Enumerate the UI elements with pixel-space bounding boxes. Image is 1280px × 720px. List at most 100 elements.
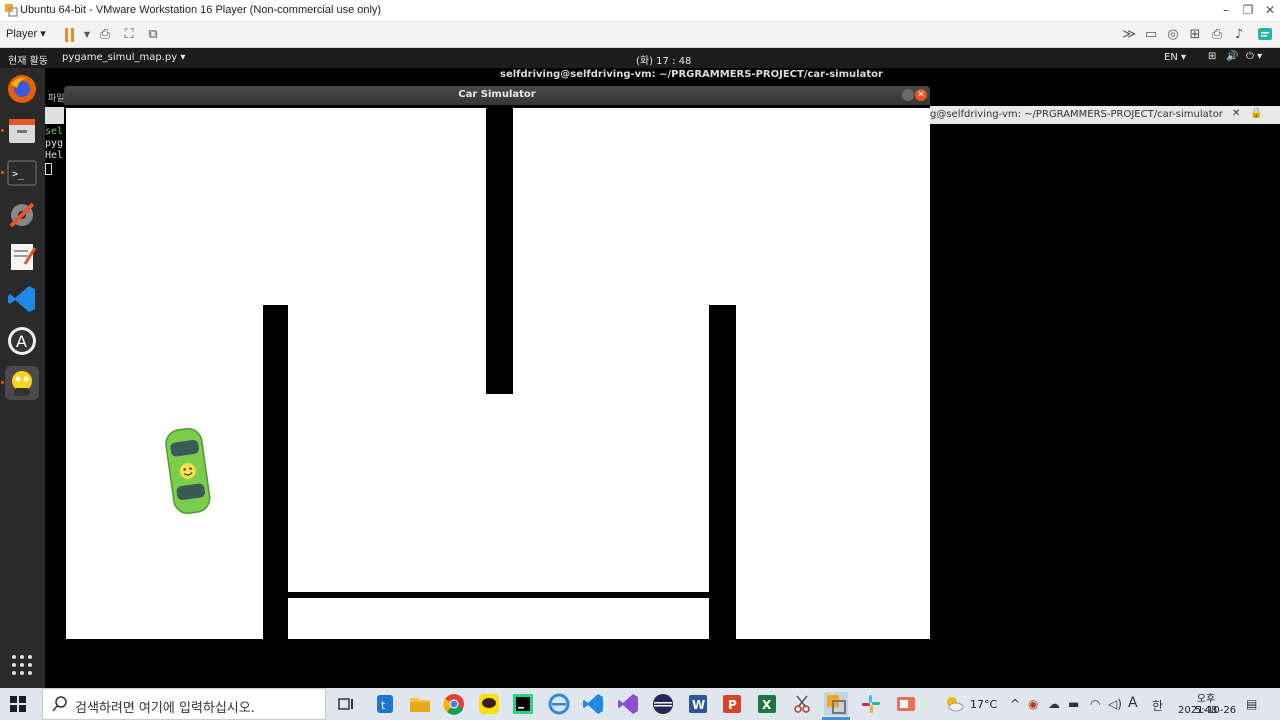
terminal-line: pyg: [45, 138, 64, 149]
scissors-icon: [794, 695, 810, 713]
tab-close-icon[interactable]: ✕: [1232, 108, 1240, 119]
taskbar-vmware-player[interactable]: [824, 692, 848, 716]
taskbar-vscode[interactable]: [581, 692, 605, 716]
taskbar-slack[interactable]: [859, 692, 883, 716]
terminal-icon: >_: [7, 160, 37, 186]
dock-settings[interactable]: [5, 198, 39, 232]
restore-icon[interactable]: ❐: [1238, 2, 1258, 18]
taskbar-powerpoint-viewer[interactable]: [894, 692, 918, 716]
ime-mode-han[interactable]: 한: [1152, 697, 1163, 714]
running-indicator: [1, 129, 4, 132]
network-icon[interactable]: ⊞: [1208, 51, 1216, 62]
record-icon[interactable]: ◉: [1028, 697, 1038, 711]
svg-text:X: X: [762, 698, 772, 712]
show-applications-button[interactable]: [5, 648, 39, 682]
unity-mode-icon[interactable]: ⧉: [144, 26, 162, 44]
taskbar-kakaotalk[interactable]: [477, 692, 501, 716]
network-adapter-icon[interactable]: ⊞: [1186, 26, 1204, 44]
printer-icon[interactable]: ⎙: [1208, 26, 1226, 44]
sound-card-icon[interactable]: ♪: [1230, 26, 1248, 44]
terminal-line: sel: [45, 126, 64, 137]
message-log-icon[interactable]: [1256, 26, 1274, 44]
terminal-menu-file[interactable]: 파일: [48, 91, 65, 104]
input-language-button[interactable]: EN ▾: [1164, 52, 1186, 63]
terminal-line: Hel: [45, 150, 64, 161]
taskbar-visual-studio[interactable]: [616, 692, 640, 716]
gnome-top-bar: 현재 활동 pygame_simul_map.py ▾ (화) 17 : 48 …: [0, 48, 1280, 68]
search-icon: [52, 696, 67, 712]
svg-text:W: W: [692, 698, 705, 712]
chevron-up-icon[interactable]: ^: [1010, 697, 1020, 711]
dock-text-editor[interactable]: [5, 240, 39, 274]
taskbar-file-explorer[interactable]: [408, 692, 432, 716]
weather-temperature[interactable]: 17°C: [970, 698, 997, 711]
wall-right: [709, 305, 736, 639]
internet-explorer-icon: [548, 693, 570, 715]
taskbar-clock-date[interactable]: 2021-10-26: [1178, 705, 1236, 716]
taskbar-edge[interactable]: [547, 692, 571, 716]
player-menu-button[interactable]: Player ▾: [6, 27, 46, 40]
visual-studio-icon: [618, 694, 638, 714]
windows-taskbar: 검색하려면 여기에 입력하십시오. t W P X 17°C ^ ◉ ☁ ▬ ◠…: [0, 688, 1280, 720]
taskbar-chrome[interactable]: [442, 692, 466, 716]
taskbar-excel[interactable]: X: [755, 692, 779, 716]
taskbar-pycharm[interactable]: [511, 692, 535, 716]
pygame-snake-icon: [12, 371, 32, 396]
terminal-tab[interactable]: g@selfdriving-vm: ~/PRGRAMMERS-PROJECT/c…: [930, 106, 1280, 124]
battery-icon[interactable]: ▬: [1068, 697, 1079, 711]
wifi-icon[interactable]: ◠: [1090, 697, 1100, 711]
terminal-tab-stub[interactable]: [45, 107, 64, 124]
task-view-icon: [338, 698, 353, 710]
app-blue-icon: t: [377, 695, 393, 713]
eclipse-icon: [653, 694, 673, 714]
taskbar-word[interactable]: W: [686, 692, 710, 716]
close-button[interactable]: ✕: [915, 89, 927, 101]
running-indicator: [1, 171, 4, 174]
car-sprite: [165, 427, 211, 515]
running-indicator: [1, 381, 4, 384]
taskbar-app-generic[interactable]: t: [373, 692, 397, 716]
power-icon[interactable]: ⏻ ▾: [1246, 51, 1262, 62]
cdrom-icon[interactable]: ◎: [1164, 26, 1182, 44]
activities-button[interactable]: 현재 활동: [8, 52, 48, 67]
task-view-button[interactable]: [334, 692, 358, 716]
volume-icon[interactable]: 🔊: [1226, 51, 1238, 62]
taskbar-powerpoint[interactable]: P: [720, 692, 744, 716]
firefox-icon: [8, 75, 36, 103]
minimize-icon[interactable]: –: [1216, 2, 1236, 18]
ime-mode-a[interactable]: A: [1128, 695, 1138, 711]
send-ctrl-alt-del-icon[interactable]: ⎙: [96, 26, 114, 44]
vmware-toolbar: Player ▾ ▼ ⎙ ⛶ ⧉ ≫ ▭ ◎ ⊞ ⎙ ♪: [0, 22, 1280, 48]
svg-text:t: t: [381, 699, 386, 712]
fast-forward-icon[interactable]: ≫: [1120, 26, 1138, 44]
fullscreen-icon[interactable]: ⛶: [120, 26, 138, 44]
slack-icon: [862, 695, 880, 713]
taskbar-search-input[interactable]: 검색하려면 여기에 입력하십시오.: [42, 688, 326, 720]
notification-center-icon[interactable]: ▤: [1246, 697, 1257, 711]
top-bar-clock[interactable]: (화) 17 : 48: [636, 52, 691, 67]
app-menu-button[interactable]: pygame_simul_map.py ▾: [62, 52, 185, 63]
cloud-icon[interactable]: ☁: [1048, 697, 1060, 711]
taskbar-snipping-tool[interactable]: [790, 692, 814, 716]
powerpoint-icon: P: [723, 695, 741, 713]
kakaotalk-icon: [479, 694, 499, 714]
dock-terminal[interactable]: >_: [5, 156, 39, 190]
simulation-map-canvas[interactable]: [66, 108, 930, 639]
close-icon[interactable]: ✕: [1260, 2, 1280, 18]
dock-files[interactable]: [5, 114, 39, 148]
dock-firefox[interactable]: [5, 72, 39, 106]
minimize-button[interactable]: [902, 89, 914, 101]
windows-start-icon[interactable]: [10, 696, 26, 712]
terminal-window-title: selfdriving@selfdriving-vm: ~/PRGRAMMERS…: [500, 69, 883, 80]
dock-software-center[interactable]: A: [5, 324, 39, 358]
hdd-icon[interactable]: ▭: [1142, 26, 1160, 44]
car-simulator-titlebar[interactable]: Car Simulator ✕: [64, 86, 930, 105]
chevron-down-icon[interactable]: ▼: [78, 26, 96, 44]
wall-bottom-bar: [288, 592, 709, 598]
dock-pygame[interactable]: [5, 366, 39, 400]
vmware-icon: [827, 695, 846, 714]
taskbar-eclipse[interactable]: [651, 692, 675, 716]
speaker-icon[interactable]: ◁): [1108, 697, 1122, 711]
dock-vscode[interactable]: [5, 282, 39, 316]
weather-partly-cloudy-icon[interactable]: [944, 695, 964, 713]
